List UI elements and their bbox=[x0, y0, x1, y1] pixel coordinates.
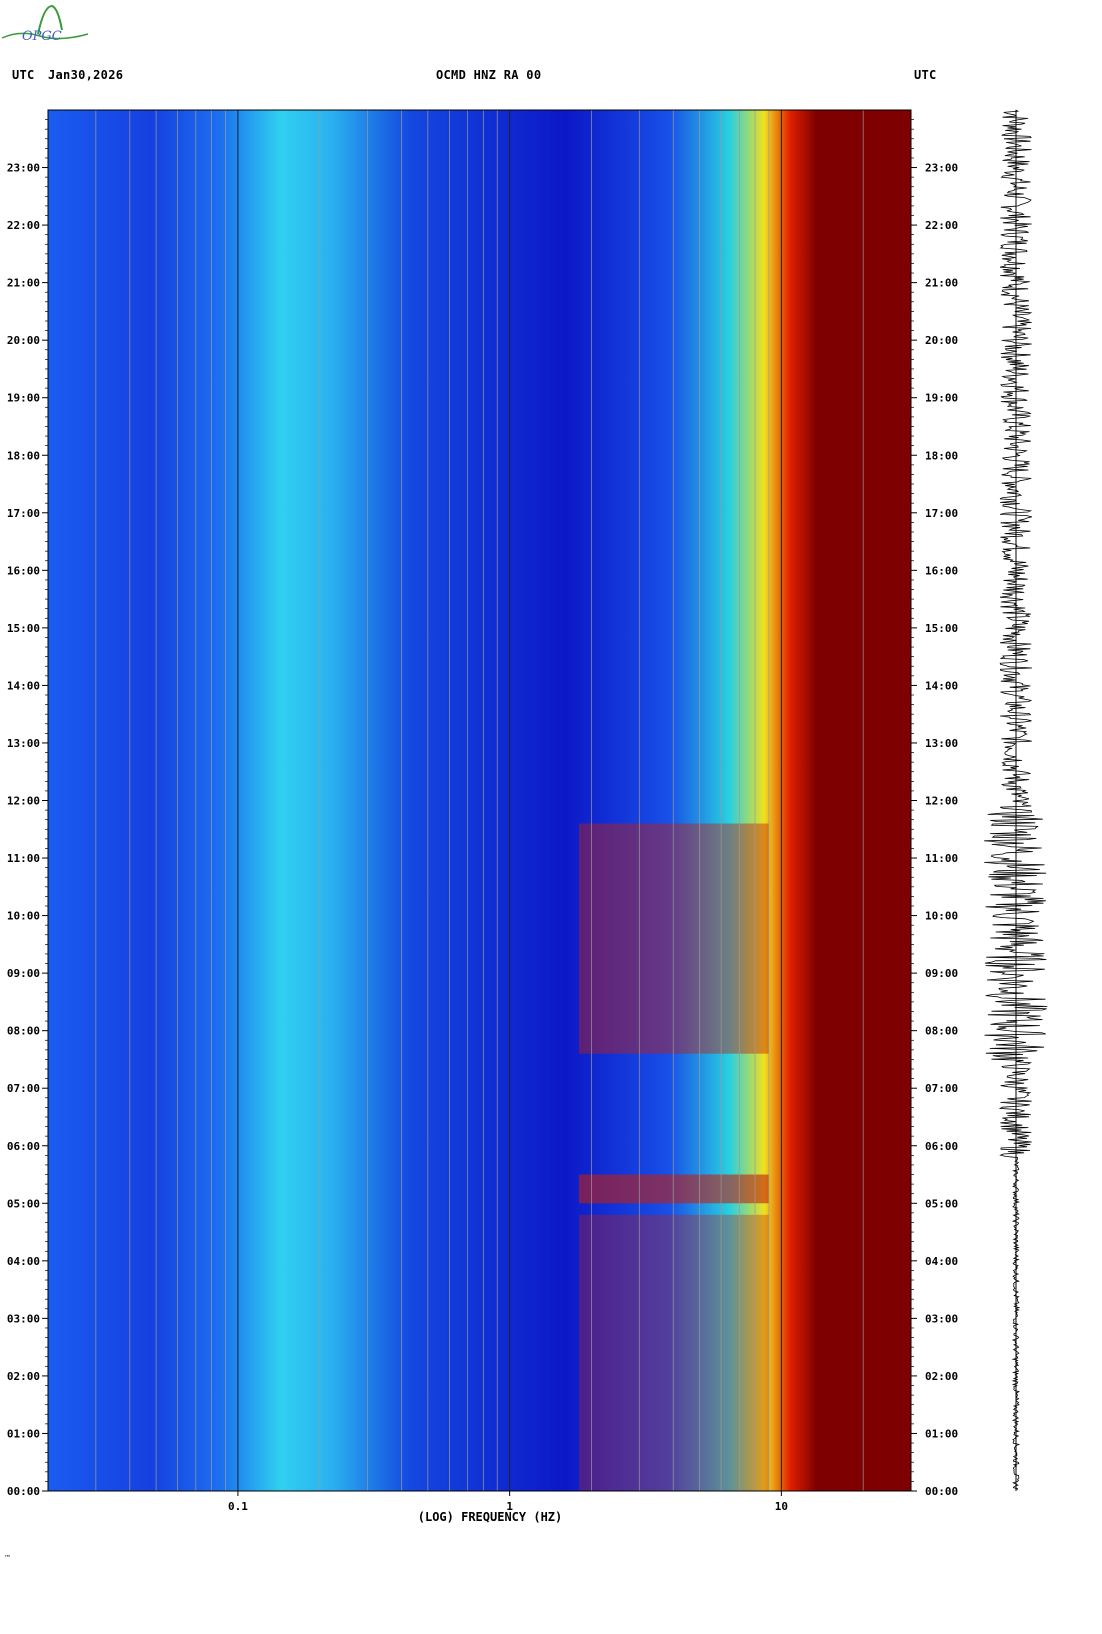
y-tick-label: 18:00 bbox=[925, 449, 958, 462]
x-tick-label: 0.1 bbox=[228, 1500, 248, 1513]
activity-band bbox=[579, 823, 769, 1054]
y-tick-label: 14:00 bbox=[925, 679, 958, 692]
y-tick-label: 03:00 bbox=[7, 1312, 40, 1325]
y-tick-label: 16:00 bbox=[925, 564, 958, 577]
y-tick-label: 22:00 bbox=[7, 219, 40, 232]
y-tick-label: 18:00 bbox=[7, 449, 40, 462]
y-tick-label: 09:00 bbox=[7, 967, 40, 980]
y-tick-label: 04:00 bbox=[7, 1255, 40, 1268]
y-tick-label: 23:00 bbox=[925, 162, 958, 175]
y-tick-label: 21:00 bbox=[925, 277, 958, 290]
y-tick-label: 00:00 bbox=[7, 1485, 40, 1498]
y-tick-label: 05:00 bbox=[7, 1197, 40, 1210]
y-tick-label: 12:00 bbox=[7, 795, 40, 808]
y-tick-label: 17:00 bbox=[925, 507, 958, 520]
y-tick-label: 00:00 bbox=[925, 1485, 958, 1498]
footer-mark: ™ bbox=[4, 1554, 11, 1562]
y-tick-label: 13:00 bbox=[7, 737, 40, 750]
y-tick-label: 01:00 bbox=[925, 1427, 958, 1440]
y-tick-label: 11:00 bbox=[925, 852, 958, 865]
y-tick-label: 04:00 bbox=[925, 1255, 958, 1268]
y-tick-label: 03:00 bbox=[925, 1312, 958, 1325]
y-tick-label: 02:00 bbox=[7, 1370, 40, 1383]
y-tick-label: 22:00 bbox=[925, 219, 958, 232]
y-tick-label: 01:00 bbox=[7, 1427, 40, 1440]
y-tick-label: 08:00 bbox=[925, 1025, 958, 1038]
waveform-trace bbox=[984, 109, 1048, 1491]
y-tick-label: 14:00 bbox=[7, 679, 40, 692]
y-tick-label: 20:00 bbox=[925, 334, 958, 347]
y-tick-label: 06:00 bbox=[925, 1140, 958, 1153]
left-time-axis: 00:00 01:00 02:00 03:00 04:00 05:00 06:00 07:00… bbox=[7, 119, 48, 1498]
y-tick-label: 20:00 bbox=[7, 334, 40, 347]
right-time-axis: 00:00 01:00 02:00 03:00 04:00 05:00 06:00 07:00… bbox=[911, 119, 958, 1498]
y-tick-label: 19:00 bbox=[925, 392, 958, 405]
y-tick-label: 15:00 bbox=[7, 622, 40, 635]
y-tick-label: 10:00 bbox=[7, 910, 40, 923]
y-tick-label: 19:00 bbox=[7, 392, 40, 405]
y-tick-label: 17:00 bbox=[7, 507, 40, 520]
y-tick-label: 23:00 bbox=[7, 162, 40, 175]
y-tick-label: 06:00 bbox=[7, 1140, 40, 1153]
y-tick-label: 12:00 bbox=[925, 795, 958, 808]
y-tick-label: 13:00 bbox=[925, 737, 958, 750]
y-tick-label: 10:00 bbox=[925, 910, 958, 923]
activity-band bbox=[579, 1174, 769, 1204]
y-tick-label: 09:00 bbox=[925, 967, 958, 980]
activity-band bbox=[579, 1214, 769, 1491]
y-tick-label: 16:00 bbox=[7, 564, 40, 577]
spectrogram-chart: 00:00 01:00 02:00 03:00 04:00 05:00 06:00 07:00… bbox=[4, 109, 1048, 1562]
y-tick-label: 15:00 bbox=[925, 622, 958, 635]
y-tick-label: 05:00 bbox=[925, 1197, 958, 1210]
y-tick-label: 08:00 bbox=[7, 1025, 40, 1038]
y-tick-label: 21:00 bbox=[7, 277, 40, 290]
y-tick-label: 07:00 bbox=[925, 1082, 958, 1095]
y-tick-label: 11:00 bbox=[7, 852, 40, 865]
x-axis-label: (LOG) FREQUENCY (HZ) bbox=[418, 1510, 563, 1524]
y-tick-label: 02:00 bbox=[925, 1370, 958, 1383]
y-tick-label: 07:00 bbox=[7, 1082, 40, 1095]
x-tick-label: 10 bbox=[775, 1500, 788, 1513]
